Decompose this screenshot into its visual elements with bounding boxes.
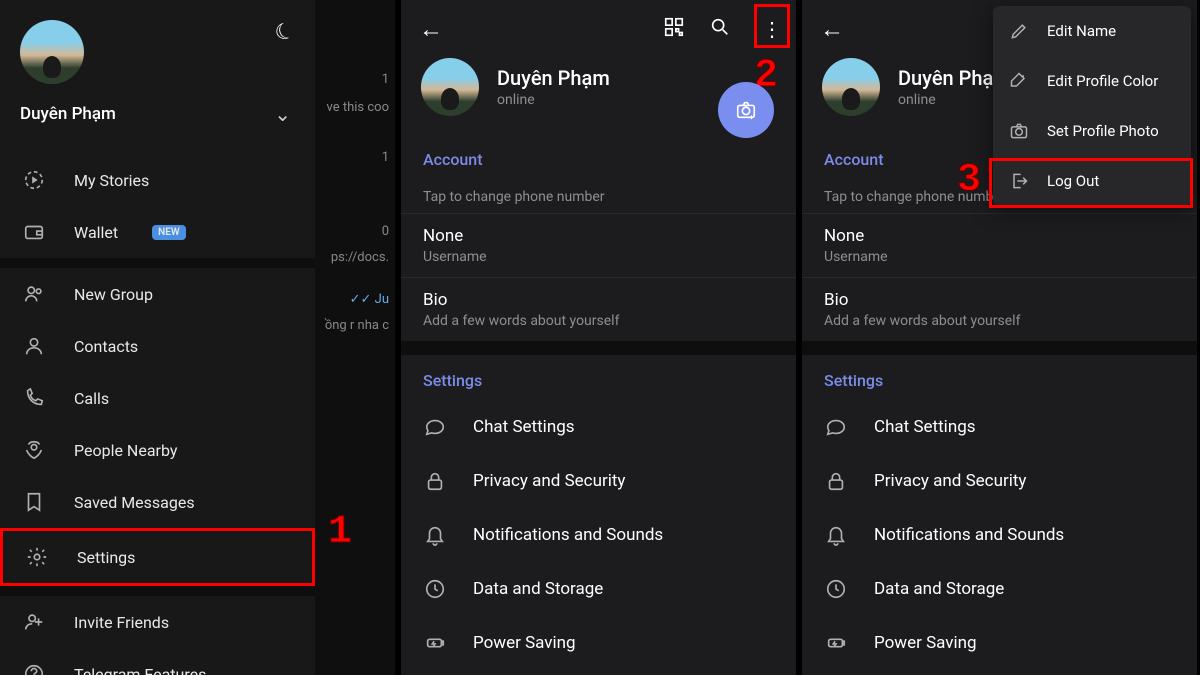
settings-row-power[interactable]: Power Saving [802, 616, 1197, 670]
highlight-logout [989, 158, 1193, 208]
drawer-item-label: Wallet [74, 223, 118, 242]
profile-header: Duyên Phạm online [401, 52, 796, 134]
drawer-item-label: Saved Messages [74, 493, 195, 512]
settings-row-power[interactable]: Power Saving [401, 616, 796, 670]
bell-icon [423, 524, 447, 546]
drawer-item-label: Calls [74, 389, 109, 408]
settings-row-notifications[interactable]: Notifications and Sounds [802, 508, 1197, 562]
phone-row[interactable]: Tap to change phone number [401, 179, 796, 214]
chevron-down-icon[interactable]: ⌄ [274, 102, 291, 126]
navigation-drawer: ☾ Duyên Phạm ⌄ My Stories Wallet NEW New… [0, 0, 315, 675]
menu-edit-profile-color[interactable]: Edit Profile Color [993, 56, 1191, 106]
search-icon[interactable] [708, 16, 732, 43]
drawer-item-label: New Group [74, 285, 153, 304]
bell-icon [824, 524, 848, 546]
step-number-1: 1 [328, 510, 352, 555]
settings-row-notifications[interactable]: Notifications and Sounds [401, 508, 796, 562]
invite-icon [22, 610, 46, 634]
bio-row[interactable]: Bio Add a few words about yourself [802, 278, 1197, 341]
avatar[interactable] [421, 58, 479, 116]
wallet-icon [22, 220, 46, 244]
drawer-item-my-stories[interactable]: My Stories [0, 154, 315, 206]
drawer-item-saved-messages[interactable]: Saved Messages [0, 476, 315, 528]
drawer-item-label: Telegram Features [74, 665, 206, 675]
username-row[interactable]: None Username [401, 214, 796, 278]
calls-icon [22, 386, 46, 410]
power-icon [423, 632, 447, 654]
profile-name: Duyên Phạm [497, 66, 610, 90]
palette-icon [1009, 70, 1029, 92]
chat-icon [824, 416, 848, 438]
panel-drawer: ☾ Duyên Phạm ⌄ My Stories Wallet NEW New… [0, 0, 395, 675]
bookmark-icon [22, 490, 46, 514]
section-title-settings: Settings [802, 355, 1197, 400]
bio-row[interactable]: Bio Add a few words about yourself [401, 278, 796, 341]
set-photo-button[interactable] [718, 82, 774, 138]
contacts-icon [22, 334, 46, 358]
pencil-icon [1009, 20, 1029, 42]
chat-icon [423, 416, 447, 438]
lock-icon [423, 470, 447, 492]
nearby-icon [22, 438, 46, 462]
drawer-item-calls[interactable]: Calls [0, 372, 315, 424]
profile-status: online [497, 92, 610, 108]
avatar[interactable] [822, 58, 880, 116]
drawer-username: Duyên Phạm [20, 104, 116, 124]
drawer-item-label: People Nearby [74, 441, 177, 460]
chat-background-partial: 1 ve this coo 1 0 ps://docs. ✓✓ Ju ồng r… [315, 0, 395, 675]
settings-row-data[interactable]: Data and Storage [401, 562, 796, 616]
drawer-item-new-group[interactable]: New Group [0, 268, 315, 320]
highlight-more-button [754, 4, 790, 48]
menu-set-profile-photo[interactable]: Set Profile Photo [993, 106, 1191, 156]
group-icon [22, 282, 46, 306]
username-row[interactable]: None Username [802, 214, 1197, 278]
drawer-item-invite-friends[interactable]: Invite Friends [0, 596, 315, 648]
stories-icon [22, 168, 46, 192]
qr-icon[interactable] [662, 16, 686, 43]
camera-icon [1009, 120, 1029, 142]
settings-icon [25, 545, 49, 569]
data-icon [824, 578, 848, 600]
drawer-item-telegram-features[interactable]: Telegram Features [0, 648, 315, 675]
menu-edit-name[interactable]: Edit Name [993, 6, 1191, 56]
new-badge: NEW [152, 225, 186, 240]
power-icon [824, 632, 848, 654]
settings-row-chat[interactable]: Chat Settings [401, 400, 796, 454]
drawer-item-label: My Stories [74, 171, 149, 190]
drawer-item-wallet[interactable]: Wallet NEW [0, 206, 315, 258]
drawer-item-contacts[interactable]: Contacts [0, 320, 315, 372]
drawer-item-settings[interactable]: Settings [0, 528, 315, 586]
settings-row-chat[interactable]: Chat Settings [802, 400, 1197, 454]
section-title-account: Account [401, 134, 796, 179]
avatar[interactable] [20, 20, 84, 84]
settings-row-data[interactable]: Data and Storage [802, 562, 1197, 616]
drawer-item-label: Invite Friends [74, 613, 169, 632]
step-number-3: 3 [957, 158, 981, 203]
settings-row-privacy[interactable]: Privacy and Security [401, 454, 796, 508]
panel-settings: ← ⋮ 2 Duyên Phạm online Account Tap to c… [401, 0, 796, 675]
drawer-item-people-nearby[interactable]: People Nearby [0, 424, 315, 476]
back-button[interactable]: ← [820, 15, 844, 44]
settings-row-privacy[interactable]: Privacy and Security [802, 454, 1197, 508]
back-button[interactable]: ← [419, 15, 443, 44]
data-icon [423, 578, 447, 600]
help-icon [22, 662, 46, 675]
section-title-settings: Settings [401, 355, 796, 400]
panel-settings-with-menu: ← ⋮ Duyên Phạm online Account Tap to cha… [802, 0, 1197, 675]
night-mode-icon[interactable]: ☾ [272, 17, 299, 47]
drawer-item-label: Contacts [74, 337, 138, 356]
drawer-item-label: Settings [77, 548, 135, 567]
lock-icon [824, 470, 848, 492]
